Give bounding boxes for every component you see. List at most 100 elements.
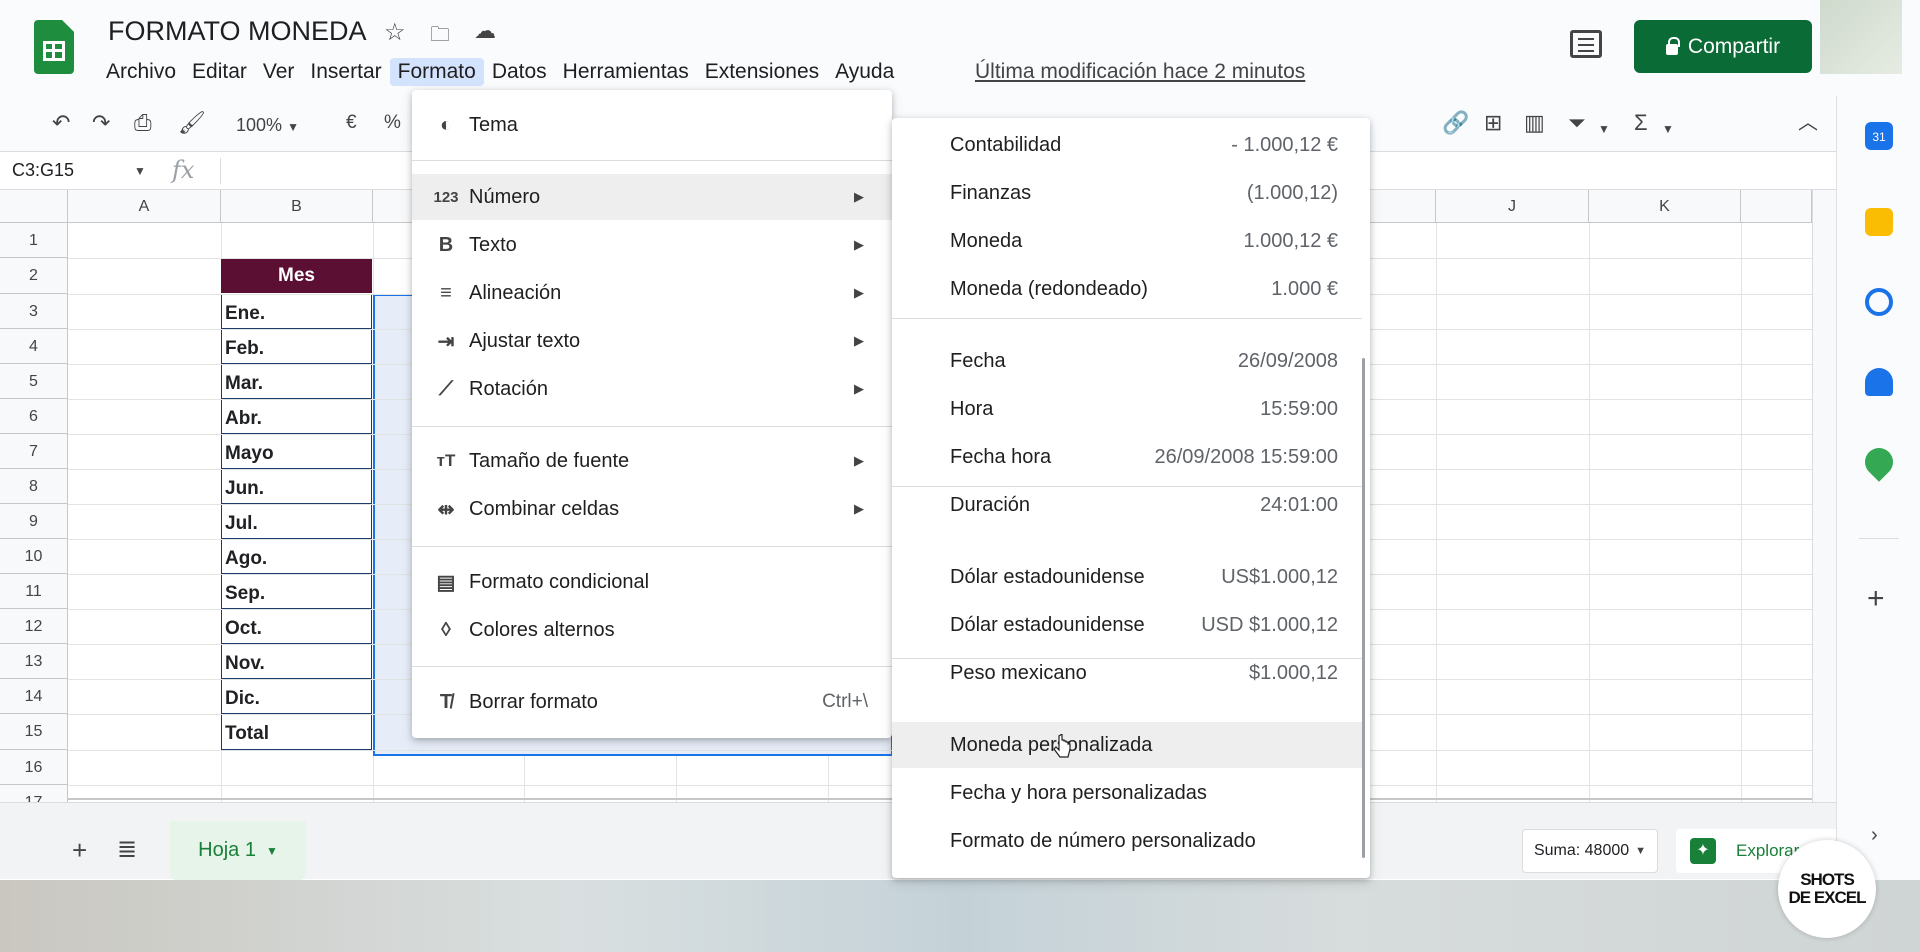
functions-icon[interactable]: Σ — [1634, 110, 1648, 136]
filter-icon[interactable]: ⏷ — [1568, 110, 1586, 136]
calendar-icon[interactable]: 31 — [1865, 122, 1893, 150]
chevron-down-icon[interactable]: ▼ — [1598, 116, 1610, 142]
row-header-11[interactable]: 11 — [0, 574, 68, 609]
comment-add-icon[interactable]: ⊞ — [1484, 110, 1502, 136]
row-header-5[interactable]: 5 — [0, 364, 68, 399]
cell-month[interactable]: Ene. — [221, 294, 372, 329]
cell-month[interactable]: Mayo — [221, 434, 372, 469]
keep-icon[interactable] — [1865, 208, 1893, 236]
menu-formato[interactable]: Formato — [389, 58, 484, 86]
menu-herramientas[interactable]: Herramientas — [555, 58, 697, 86]
row-header-15[interactable]: 15 — [0, 714, 68, 750]
add-addon-icon[interactable]: + — [1867, 582, 1885, 616]
number-format-item[interactable]: Contabilidad - 1.000,12 € — [892, 122, 1362, 168]
row-header-6[interactable]: 6 — [0, 399, 68, 434]
cell-month[interactable]: Jun. — [221, 469, 372, 504]
menu-insertar[interactable]: Insertar — [302, 58, 389, 86]
row-header-1[interactable]: 1 — [0, 223, 68, 258]
number-format-item[interactable]: Fecha hora 26/09/2008 15:59:00 — [892, 434, 1362, 480]
percent-format-button[interactable]: % — [384, 110, 401, 136]
row-header-13[interactable]: 13 — [0, 644, 68, 679]
number-format-item[interactable]: Peso mexicano $1.000,12 — [892, 650, 1362, 696]
number-format-item[interactable]: Duración 24:01:00 — [892, 482, 1362, 528]
menu-item-ajustar-texto[interactable]: ⇥ Ajustar texto ▶ — [412, 318, 892, 364]
contacts-icon[interactable] — [1865, 368, 1893, 396]
column-header-a[interactable]: A — [68, 190, 221, 223]
cell-month[interactable]: Oct. — [221, 609, 372, 644]
share-button[interactable]: Compartir — [1634, 20, 1812, 73]
document-title[interactable]: FORMATO MONEDA — [108, 16, 367, 47]
number-format-item[interactable]: Finanzas (1.000,12) — [892, 170, 1362, 216]
menu-ayuda[interactable]: Ayuda — [827, 58, 902, 86]
number-format-item[interactable]: Moneda 1.000,12 € — [892, 218, 1362, 264]
number-format-item[interactable]: Moneda (redondeado) 1.000 € — [892, 266, 1362, 312]
sheet-tab-hoja-1[interactable]: Hoja 1 ▼ — [170, 821, 306, 880]
cell-month[interactable]: Feb. — [221, 329, 372, 364]
move-folder-icon[interactable]: 🗀 — [430, 20, 450, 54]
comments-icon[interactable] — [1570, 30, 1602, 58]
last-edit-link[interactable]: Última modificación hace 2 minutos — [975, 60, 1305, 84]
cell-total[interactable]: Total — [221, 714, 372, 750]
name-box[interactable]: C3:G15 — [12, 160, 74, 181]
cell-mes-header[interactable]: Mes — [221, 258, 372, 293]
cell-month[interactable]: Mar. — [221, 364, 372, 399]
sum-indicator[interactable]: Suma: 48000 ▼ — [1522, 829, 1658, 873]
star-icon[interactable]: ☆ — [384, 18, 406, 47]
redo-icon[interactable]: ↷ — [92, 110, 110, 136]
row-header-9[interactable]: 9 — [0, 504, 68, 539]
row-header-10[interactable]: 10 — [0, 539, 68, 574]
menu-item-combinar-celdas[interactable]: ⇹ Combinar celdas ▶ — [412, 486, 892, 532]
chevron-right-icon[interactable]: › — [1871, 824, 1878, 847]
number-format-item[interactable]: Dólar estadounidense USD $1.000,12 — [892, 602, 1362, 648]
paint-format-icon[interactable]: 🖌 — [178, 110, 206, 136]
collapse-toolbar-icon[interactable]: ︿ — [1798, 110, 1818, 136]
menu-item-tamano-fuente[interactable]: тT Tamaño de fuente ▶ — [412, 438, 892, 484]
number-format-item[interactable]: Moneda personalizada — [892, 722, 1362, 768]
number-format-item[interactable]: Hora 15:59:00 — [892, 386, 1362, 432]
maps-icon[interactable] — [1859, 442, 1899, 482]
menu-archivo[interactable]: Archivo — [98, 58, 184, 86]
tasks-icon[interactable] — [1865, 288, 1893, 316]
undo-icon[interactable]: ↶ — [52, 110, 70, 136]
cell-month[interactable]: Nov. — [221, 644, 372, 679]
number-format-item[interactable]: Formato de número personalizado — [892, 818, 1362, 864]
row-header-12[interactable]: 12 — [0, 609, 68, 644]
menu-ver[interactable]: Ver — [255, 58, 303, 86]
cell-month[interactable]: Sep. — [221, 574, 372, 609]
menu-item-alineacion[interactable]: ≡ Alineación ▶ — [412, 270, 892, 316]
number-format-item[interactable]: Fecha y hora personalizadas — [892, 770, 1362, 816]
cell-month[interactable]: Jul. — [221, 504, 372, 539]
currency-format-button[interactable]: € — [346, 110, 357, 136]
cell-month[interactable]: Dic. — [221, 679, 372, 714]
zoom-select[interactable]: 100% ▼ — [236, 112, 299, 140]
row-header-16[interactable]: 16 — [0, 750, 68, 785]
cell-month[interactable]: Abr. — [221, 399, 372, 434]
select-all-corner[interactable] — [0, 190, 68, 223]
column-header-k[interactable]: K — [1589, 190, 1741, 223]
menu-extensiones[interactable]: Extensiones — [697, 58, 827, 86]
cloud-status-icon[interactable]: ☁ — [474, 18, 496, 44]
menu-editar[interactable]: Editar — [184, 58, 255, 86]
row-header-7[interactable]: 7 — [0, 434, 68, 469]
menu-item-formato-condicional[interactable]: ▤ Formato condicional — [412, 559, 892, 605]
menu-item-rotacion[interactable]: ⟋ Rotación ▶ — [412, 366, 892, 412]
avatar[interactable] — [1820, 0, 1902, 74]
sheets-logo-icon[interactable] — [34, 20, 74, 74]
column-header-j[interactable]: J — [1436, 190, 1589, 223]
menu-datos[interactable]: Datos — [484, 58, 555, 86]
row-header-17[interactable]: 17 — [0, 785, 68, 802]
column-header-l[interactable] — [1741, 190, 1812, 223]
add-sheet-button[interactable]: + — [72, 835, 87, 866]
row-header-8[interactable]: 8 — [0, 469, 68, 504]
column-header-b[interactable]: B — [221, 190, 373, 223]
row-header-3[interactable]: 3 — [0, 294, 68, 329]
menu-item-tema[interactable]: ◐ Tema — [412, 102, 892, 148]
menu-item-numero[interactable]: 123 Número ▶ — [412, 174, 892, 220]
cell-month[interactable]: Ago. — [221, 539, 372, 574]
row-header-4[interactable]: 4 — [0, 329, 68, 364]
chevron-down-icon[interactable]: ▼ — [134, 164, 146, 178]
number-format-item[interactable]: Dólar estadounidense US$1.000,12 — [892, 554, 1362, 600]
all-sheets-button[interactable]: ≣ — [117, 835, 137, 864]
menu-item-borrar-formato[interactable]: T̸ Borrar formato Ctrl+\ — [412, 679, 892, 725]
vertical-scrollbar[interactable] — [1812, 190, 1836, 802]
